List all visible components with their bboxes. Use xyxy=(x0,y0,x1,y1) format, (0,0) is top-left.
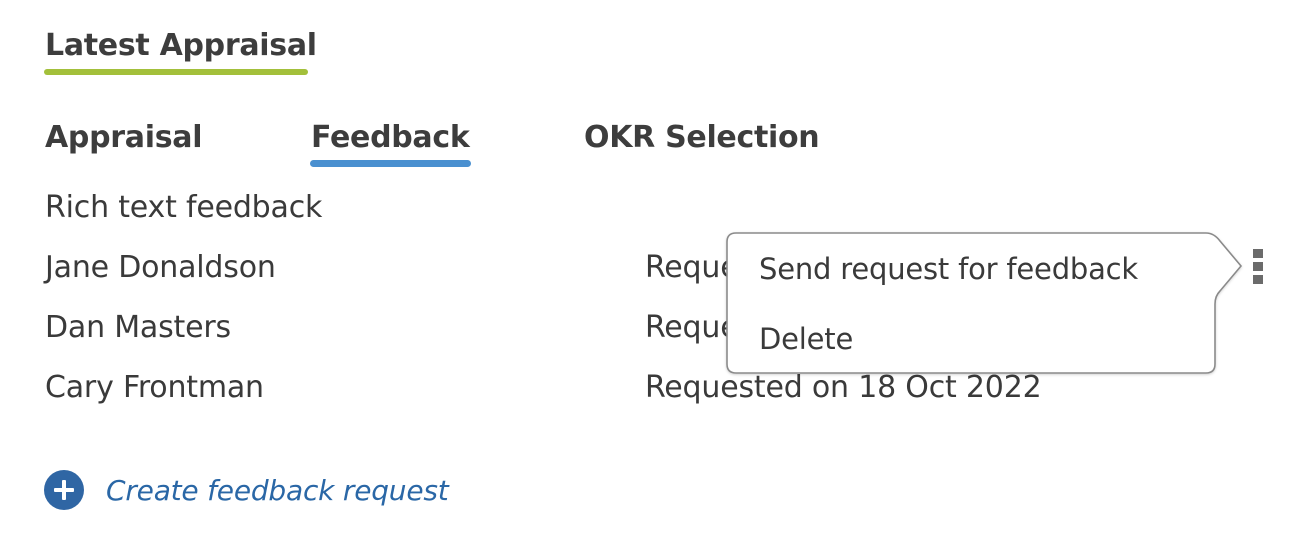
feedback-row-name: Cary Frontman xyxy=(45,370,264,405)
active-tab-indicator xyxy=(310,160,471,167)
tab-appraisal[interactable]: Appraisal xyxy=(45,120,202,155)
feedback-subheading: Rich text feedback xyxy=(45,190,323,225)
feedback-row-name: Jane Donaldson xyxy=(45,250,276,285)
create-feedback-request-button[interactable]: Create feedback request xyxy=(44,470,449,510)
create-feedback-request-label: Create feedback request xyxy=(106,473,449,507)
section-title: Latest Appraisal xyxy=(45,28,317,63)
menu-item-send-request[interactable]: Send request for feedback xyxy=(759,252,1138,286)
tab-okr-selection[interactable]: OKR Selection xyxy=(584,120,820,155)
tab-feedback[interactable]: Feedback xyxy=(311,120,470,155)
context-menu: Send request for feedback Delete xyxy=(726,232,1246,378)
menu-item-delete[interactable]: Delete xyxy=(759,322,853,356)
kebab-dot xyxy=(1253,262,1263,271)
kebab-dot xyxy=(1253,249,1263,258)
section-title-underline xyxy=(44,69,308,75)
kebab-menu-icon[interactable] xyxy=(1252,249,1264,285)
plus-circle-icon xyxy=(44,470,84,510)
feedback-row-name: Dan Masters xyxy=(45,310,231,345)
kebab-dot xyxy=(1253,275,1263,284)
